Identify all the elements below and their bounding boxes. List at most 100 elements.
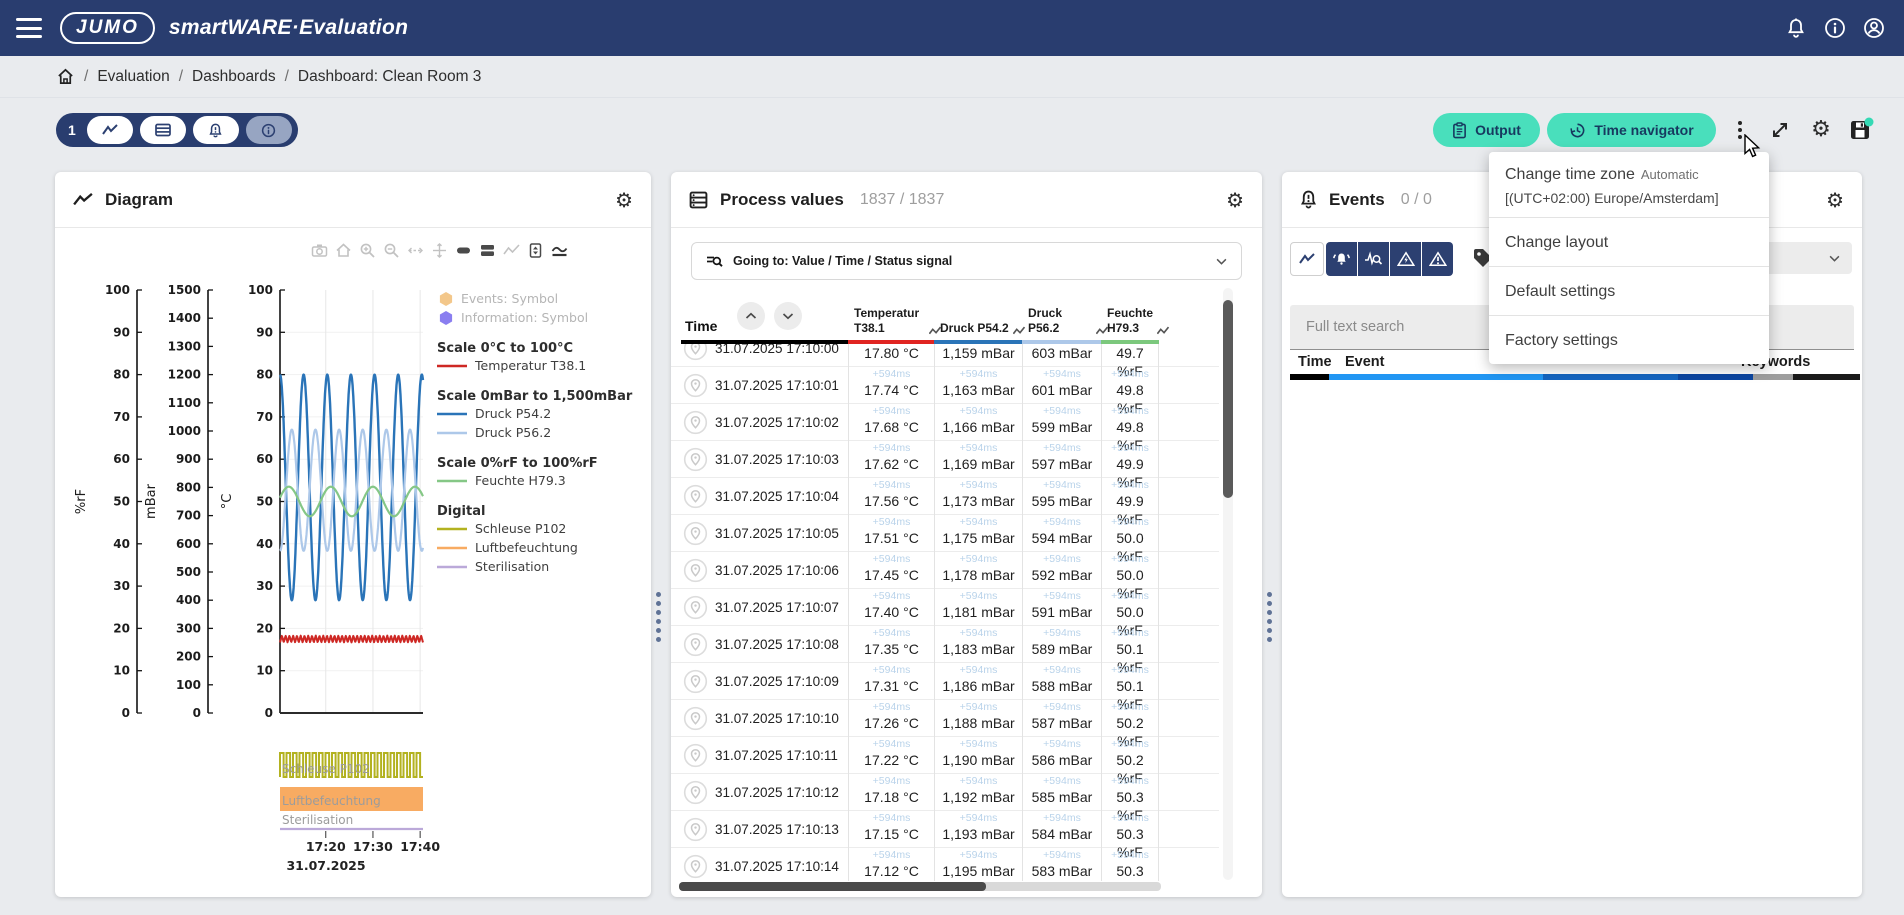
process-table-row[interactable]: 31.07.2025 17:10:12+594ms17.18 °C+594ms1… [671, 774, 1219, 811]
settings-button[interactable]: ⚙ [1804, 113, 1838, 147]
pin-icon[interactable] [683, 484, 708, 509]
menu-item-default-settings[interactable]: Default settings [1489, 266, 1769, 315]
panel-resize-handle[interactable] [1267, 592, 1273, 642]
range-slider-icon[interactable] [527, 242, 544, 259]
gear-icon[interactable]: ⚙ [615, 190, 633, 210]
pin-icon[interactable] [683, 632, 708, 657]
value-column-header[interactable]: Druck P54.2 [934, 321, 1030, 336]
svg-text:17:30: 17:30 [353, 839, 393, 854]
sort-up-button[interactable] [737, 302, 765, 330]
value-column-header[interactable]: Feuchte H79.3 [1101, 306, 1167, 336]
diagram-chart[interactable]: 0102030405060708090100%rF010020030040050… [55, 228, 651, 896]
pin-icon[interactable] [683, 373, 708, 398]
gear-icon[interactable]: ⚙ [1226, 190, 1244, 210]
info-icon[interactable] [1823, 16, 1847, 40]
gear-icon[interactable]: ⚙ [1826, 190, 1844, 210]
row-timestamp: 31.07.2025 17:10:13 [715, 811, 839, 848]
process-table-row[interactable]: 31.07.2025 17:10:05+594ms17.51 °C+594ms1… [671, 515, 1219, 552]
pin-icon[interactable] [683, 558, 708, 583]
toggle-labels-icon[interactable] [455, 242, 472, 259]
process-table-row[interactable]: 31.07.2025 17:10:10+594ms17.26 °C+594ms1… [671, 700, 1219, 737]
fullscreen-button[interactable] [1763, 113, 1797, 147]
toggle-diagram-view[interactable] [87, 116, 133, 144]
home-icon[interactable] [335, 242, 352, 259]
zoom-in-icon[interactable] [359, 242, 376, 259]
row-value-cell: +594ms603 mBar [1022, 344, 1101, 367]
pin-icon[interactable] [683, 595, 708, 620]
chart-toolbar [311, 242, 568, 259]
process-table-row[interactable]: 31.07.2025 17:10:00+594ms17.80 °C+594ms1… [671, 344, 1219, 367]
process-table-row[interactable]: 31.07.2025 17:10:13+594ms17.15 °C+594ms1… [671, 811, 1219, 848]
horizontal-scrollbar-thumb[interactable] [679, 882, 986, 891]
zoom-out-icon[interactable] [383, 242, 400, 259]
process-table-row[interactable]: 31.07.2025 17:10:08+594ms17.35 °C+594ms1… [671, 626, 1219, 663]
output-button[interactable]: Output [1433, 113, 1540, 147]
pin-icon[interactable] [683, 344, 708, 361]
toggle-table-view[interactable] [140, 116, 186, 144]
alarm-bell-icon [1300, 190, 1317, 209]
breadcrumb-item-dashboards[interactable]: Dashboards [192, 68, 276, 86]
pin-icon[interactable] [683, 817, 708, 842]
menu-icon[interactable] [16, 18, 42, 38]
breadcrumb-item-current: Dashboard: Clean Room 3 [298, 68, 482, 86]
toggle-chart-markers-button[interactable] [1290, 242, 1324, 276]
process-table-row[interactable]: 31.07.2025 17:10:03+594ms17.62 °C+594ms1… [671, 441, 1219, 478]
process-table-row[interactable]: 31.07.2025 17:10:01+594ms17.74 °C+594ms1… [671, 367, 1219, 404]
pin-icon[interactable] [683, 706, 708, 731]
pan-icon[interactable] [431, 242, 448, 259]
menu-item-factory-settings[interactable]: Factory settings [1489, 315, 1769, 364]
svg-text:30: 30 [113, 579, 130, 593]
table-rows-icon [689, 191, 708, 209]
pin-icon[interactable] [683, 854, 708, 879]
process-table-row[interactable]: 31.07.2025 17:10:09+594ms17.31 °C+594ms1… [671, 663, 1219, 700]
account-icon[interactable] [1862, 16, 1886, 40]
breadcrumb-item-evaluation[interactable]: Evaluation [97, 68, 169, 86]
value-column-header[interactable]: Druck P56.2 [1022, 306, 1109, 336]
panel-resize-handle[interactable] [656, 592, 662, 642]
value-column-header[interactable]: Temperatur T38.1 [848, 306, 942, 336]
svg-text:Schleuse P102: Schleuse P102 [475, 521, 566, 536]
diagram-panel: Diagram ⚙ 0102030405060708090100%rF01002… [55, 172, 651, 897]
row-value-cell: +594ms17.68 °C [848, 404, 934, 441]
process-table-row[interactable]: 31.07.2025 17:10:11+594ms17.22 °C+594ms1… [671, 737, 1219, 774]
autoscale-icon[interactable] [407, 242, 424, 259]
filter-warnings-button[interactable] [1422, 242, 1453, 276]
row-value-cell: +594ms17.40 °C [848, 589, 934, 626]
svg-text:Events: Symbol: Events: Symbol [461, 291, 558, 306]
pin-icon[interactable] [683, 447, 708, 472]
time-navigator-button[interactable]: Time navigator [1547, 113, 1716, 147]
process-table-row[interactable]: 31.07.2025 17:10:06+594ms17.45 °C+594ms1… [671, 552, 1219, 589]
process-table-row[interactable]: 31.07.2025 17:10:14+594ms17.12 °C+594ms1… [671, 848, 1219, 881]
pin-icon[interactable] [683, 743, 708, 768]
home-icon[interactable] [56, 67, 75, 86]
history-icon [1569, 122, 1586, 139]
more-options-button[interactable] [1723, 113, 1757, 147]
process-table-row[interactable]: 31.07.2025 17:10:04+594ms17.56 °C+594ms1… [671, 478, 1219, 515]
svg-text:90: 90 [256, 325, 273, 339]
toggle-events-view[interactable] [193, 116, 239, 144]
sort-down-button[interactable] [774, 302, 802, 330]
menu-item-change-layout[interactable]: Change layout [1489, 217, 1769, 266]
toggle-info-view[interactable] [246, 116, 292, 144]
vertical-scrollbar-thumb[interactable] [1223, 300, 1233, 498]
notifications-icon[interactable] [1784, 16, 1808, 40]
process-table-row[interactable]: 31.07.2025 17:10:07+594ms17.40 °C+594ms1… [671, 589, 1219, 626]
pin-icon[interactable] [683, 521, 708, 546]
camera-icon[interactable] [311, 242, 328, 259]
filter-errors-button[interactable] [1390, 242, 1421, 276]
row-timestamp: 31.07.2025 17:10:12 [715, 774, 839, 811]
filter-signal-search-button[interactable] [1358, 242, 1389, 276]
goto-search-dropdown[interactable]: Going to: Value / Time / Status signal [691, 242, 1242, 280]
save-button[interactable] [1844, 113, 1878, 147]
toggle-legend-icon[interactable] [479, 242, 496, 259]
menu-item-change-time-zone[interactable]: Change time zoneAutomatic [(UTC+02:00) E… [1489, 152, 1769, 217]
panel-title: Process values [720, 190, 844, 210]
pin-icon[interactable] [683, 669, 708, 694]
pin-icon[interactable] [683, 780, 708, 805]
filter-alarms-button[interactable] [1326, 242, 1357, 276]
process-table-row[interactable]: 31.07.2025 17:10:02+594ms17.68 °C+594ms1… [671, 404, 1219, 441]
pin-icon[interactable] [683, 410, 708, 435]
svg-text:Sterilisation: Sterilisation [282, 813, 353, 827]
spike-line-icon[interactable] [503, 242, 520, 259]
area-mode-icon[interactable] [551, 242, 568, 259]
